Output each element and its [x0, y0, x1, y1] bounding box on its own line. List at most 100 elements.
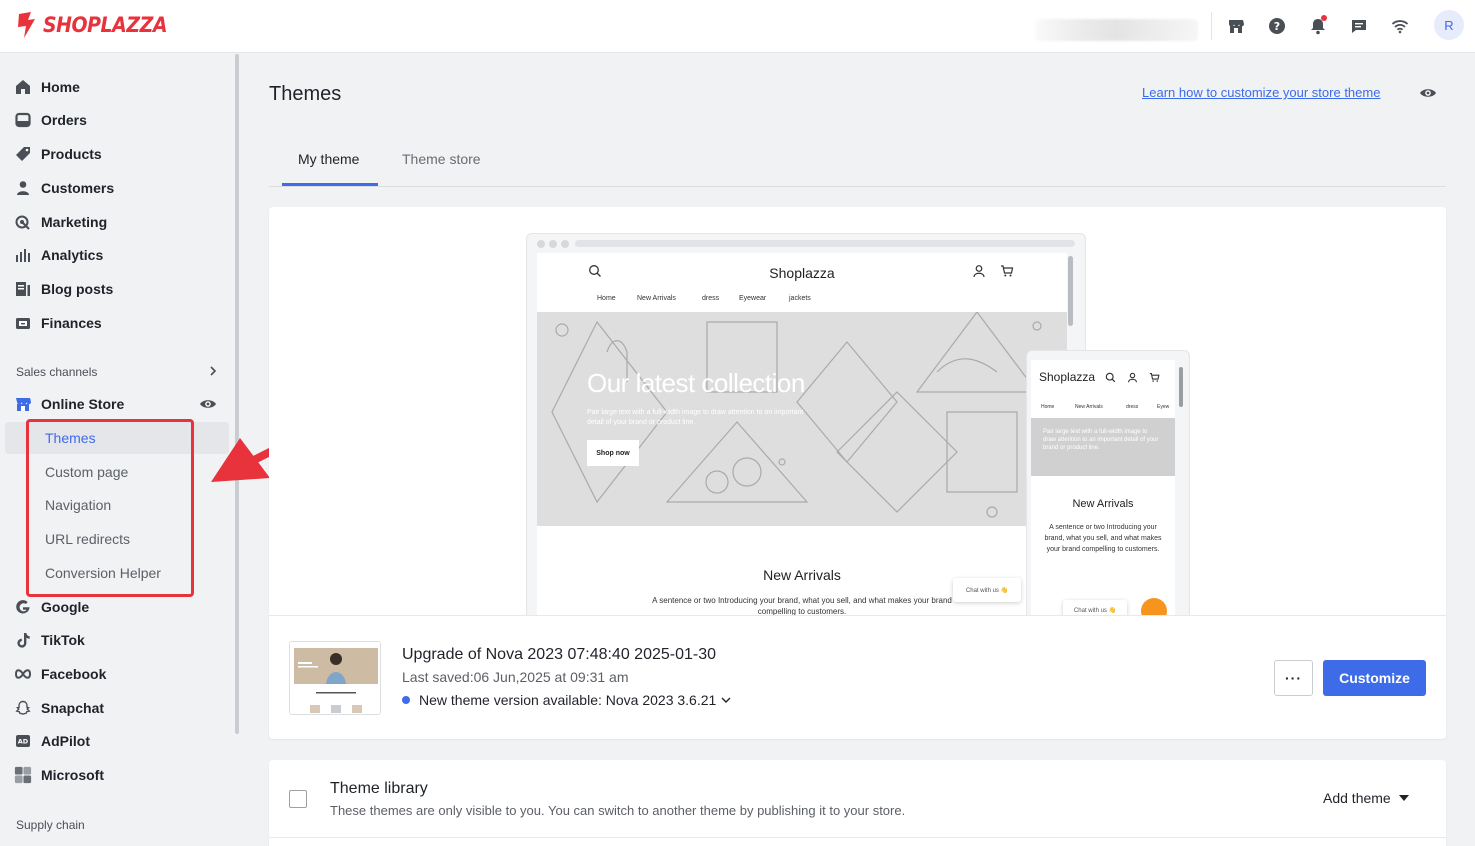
desktop-preview: Shoplazza Home New Arrivals dress Eyewea… [526, 233, 1086, 616]
store-icon[interactable] [1224, 14, 1248, 38]
preview-nav-item: jackets [789, 295, 811, 302]
wallet-icon [14, 314, 32, 332]
orders-icon [14, 111, 32, 129]
svg-text:AD: AD [18, 738, 29, 746]
sidebar-item-orders[interactable]: Orders [0, 105, 236, 135]
google-icon [14, 598, 32, 616]
tiktok-icon [14, 631, 32, 649]
theme-name: Upgrade of Nova 2023 07:48:40 2025-01-30 [402, 646, 717, 663]
desktop-preview-page: Shoplazza Home New Arrivals dress Eyewea… [537, 253, 1067, 616]
online-store-icon [14, 395, 32, 413]
sidebar-item-label: Analytics [41, 247, 104, 263]
sidebar-item-label: Blog posts [41, 281, 114, 297]
theme-preview[interactable]: Shoplazza Home New Arrivals dress Eyewea… [269, 207, 1446, 616]
sidebar-item-facebook[interactable]: Facebook [0, 659, 236, 689]
preview-nav-item: dress [702, 295, 720, 302]
theme-library-card: Theme library These themes are only visi… [269, 760, 1446, 846]
shoplazza-logo-icon [18, 12, 35, 38]
customize-button[interactable]: Customize [1323, 660, 1426, 696]
mobile-chat-bubble: Chat with us 👋 [1063, 600, 1127, 615]
mobile-hero-text: Pair large text with a full-width image … [1043, 429, 1159, 451]
sidebar-item-products[interactable]: Products [0, 139, 236, 169]
status-dot [402, 696, 410, 704]
chat-icon[interactable] [1347, 14, 1371, 38]
help-icon[interactable]: ? [1265, 14, 1289, 38]
tab-theme-store[interactable]: Theme store [402, 151, 481, 167]
browser-dots [537, 240, 569, 248]
sales-channels-heading[interactable]: Sales channels [16, 365, 97, 379]
wifi-icon[interactable] [1388, 14, 1412, 38]
tag-icon [14, 145, 32, 163]
top-bar: SHOPLAZZA ? R [0, 0, 1475, 53]
sidebar-item-home[interactable]: Home [0, 72, 236, 102]
mobile-arrivals-title: New Arrivals [1072, 498, 1134, 510]
sidebar-item-label: AdPilot [41, 733, 90, 749]
sidebar-item-label: Products [41, 146, 102, 162]
preview-hero-title: Our latest collection [587, 368, 805, 398]
preview-arrivals-desc: A sentence or two Introducing your brand… [652, 596, 952, 616]
svg-text:?: ? [1274, 20, 1280, 33]
mobile-store-name: Shoplazza [1039, 370, 1096, 384]
sidebar-item-label: Orders [41, 112, 87, 128]
preview-nav-item: Eyewear [739, 295, 767, 302]
brand-name: SHOPLAZZA [43, 13, 168, 37]
add-theme-dropdown[interactable]: Add theme [1323, 790, 1409, 806]
sidebar-item-label: Facebook [41, 666, 107, 682]
shoplazza-logo[interactable]: SHOPLAZZA [15, 11, 181, 39]
theme-tabs: My theme Theme store [269, 138, 1446, 187]
sidebar-item-microsoft[interactable]: Microsoft [0, 760, 236, 790]
blurred-store-name [1035, 19, 1198, 41]
theme-thumbnail [289, 641, 381, 715]
mobile-nav-item: Eyew [1157, 404, 1170, 410]
supply-chain-heading[interactable]: Supply chain [16, 818, 85, 832]
sidebar-item-label: Snapchat [41, 700, 105, 716]
sidebar-item-customers[interactable]: Customers [0, 173, 236, 203]
caret-down-icon [1398, 795, 1409, 801]
divider [269, 837, 1446, 838]
version-notice-text: New theme version available: Nova 2023 3… [419, 692, 717, 708]
preview-nav-item: New Arrivals [637, 295, 676, 302]
preview-scrollbar [1068, 256, 1073, 326]
cart-icon [1149, 373, 1160, 382]
page-title: Themes [269, 83, 342, 105]
blog-icon [14, 280, 32, 298]
bell-icon[interactable] [1306, 14, 1330, 38]
theme-last-saved: Last saved:06 Jun,2025 at 09:31 am [402, 669, 629, 685]
more-actions-button[interactable]: ··· [1274, 660, 1313, 696]
sidebar-item-marketing[interactable]: Marketing [0, 207, 236, 237]
preview-nav-item: Home [597, 295, 616, 302]
eye-icon[interactable] [1419, 85, 1437, 101]
mobile-preview-page: Shoplazza Home New Arrivals dress Eyew P… [1031, 360, 1175, 615]
snapchat-icon [14, 699, 32, 717]
person-icon [14, 179, 32, 197]
theme-thumbnail-image [290, 642, 380, 714]
search-icon [1105, 372, 1116, 383]
preview-hero-subtitle: Pair large text with a full-width image … [587, 409, 804, 426]
mobile-hero-banner: Pair large text with a full-width image … [1031, 418, 1175, 476]
preview-hero-banner: Our latest collection Pair large text wi… [537, 312, 1067, 526]
account-icon [1128, 372, 1137, 383]
sidebar-item-analytics[interactable]: Analytics [0, 240, 236, 270]
sidebar-item-label: Google [41, 599, 90, 615]
mobile-preview: Shoplazza Home New Arrivals dress Eyew P… [1026, 350, 1190, 615]
mobile-nav-item: New Arrivals [1075, 404, 1103, 410]
theme-library-checkbox[interactable] [289, 790, 307, 808]
theme-version-notice[interactable]: New theme version available: Nova 2023 3… [402, 692, 731, 708]
sidebar-item-label: Customers [41, 180, 115, 196]
learn-customize-link[interactable]: Learn how to customize your store theme [1142, 85, 1380, 100]
sidebar-item-tiktok[interactable]: TikTok [0, 625, 236, 655]
sidebar-item-finances[interactable]: Finances [0, 308, 236, 338]
preview-chat-bubble: Chat with us 👋 [953, 578, 1021, 602]
add-theme-label: Add theme [1323, 790, 1391, 806]
sidebar-item-blog-posts[interactable]: Blog posts [0, 274, 236, 304]
mobile-arrivals-desc: A sentence or two Introducing your brand… [1044, 524, 1162, 553]
microsoft-icon [14, 766, 32, 784]
user-avatar[interactable]: R [1434, 10, 1464, 40]
tab-my-theme[interactable]: My theme [298, 151, 359, 167]
sidebar-item-adpilot[interactable]: AD AdPilot [0, 726, 236, 756]
sidebar-item-snapchat[interactable]: Snapchat [0, 693, 236, 723]
chevron-down-icon [721, 697, 731, 703]
mobile-nav-item: dress [1126, 404, 1139, 410]
sidebar-item-label: Marketing [41, 214, 108, 230]
meta-icon [14, 665, 32, 683]
